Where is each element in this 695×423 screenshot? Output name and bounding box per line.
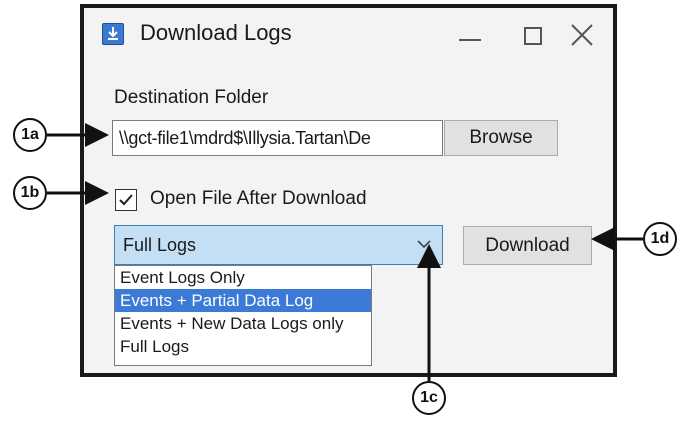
callout-1b: 1b — [13, 176, 47, 210]
callout-1a: 1a — [13, 118, 47, 152]
callout-1d: 1d — [643, 222, 677, 256]
callout-arrows — [47, 123, 643, 381]
callout-1c: 1c — [412, 381, 446, 415]
